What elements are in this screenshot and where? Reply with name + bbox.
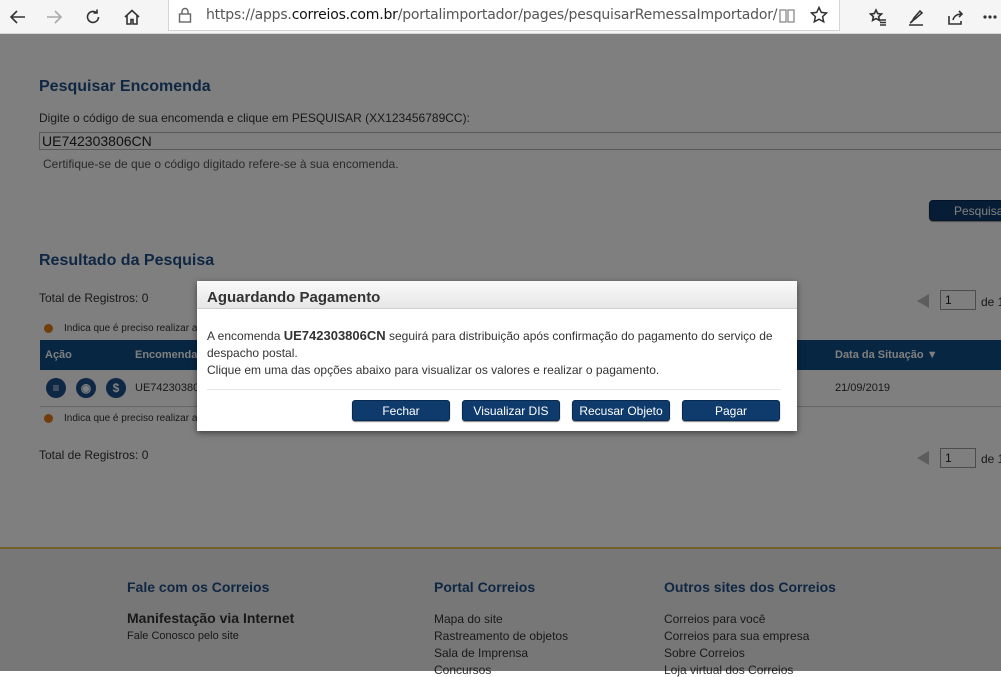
reading-view-icon[interactable]: [778, 7, 796, 30]
pay-button[interactable]: Pagar: [682, 400, 780, 421]
home-icon[interactable]: [114, 0, 150, 33]
dialog-text: A encomenda: [207, 329, 284, 343]
favorite-star-icon[interactable]: [809, 5, 829, 29]
close-button[interactable]: Fechar: [352, 400, 450, 421]
payment-dialog: Aguardando Pagamento A encomenda UE74230…: [197, 281, 797, 431]
more-icon[interactable]: [976, 0, 1001, 33]
url-text[interactable]: https://apps.correios.com.br/portalimpor…: [206, 7, 778, 23]
lock-icon: [178, 7, 192, 23]
back-icon[interactable]: [0, 0, 36, 33]
refresh-icon[interactable]: [75, 0, 111, 33]
dialog-divider: [207, 389, 781, 390]
forward-icon[interactable]: [36, 0, 72, 33]
view-dis-button[interactable]: Visualizar DIS: [462, 400, 560, 421]
dialog-title: Aguardando Pagamento: [207, 289, 381, 306]
refuse-object-button[interactable]: Recusar Objeto: [572, 400, 670, 421]
address-bar[interactable]: https://apps.correios.com.br/portalimpor…: [168, 0, 840, 31]
dialog-code: UE742303806CN: [283, 328, 386, 343]
dialog-message: A encomenda UE742303806CN seguirá para d…: [207, 327, 791, 379]
share-icon[interactable]: [938, 0, 974, 33]
dialog-header: Aguardando Pagamento: [197, 281, 797, 309]
pen-icon[interactable]: [898, 0, 934, 33]
favorites-list-icon[interactable]: [860, 0, 896, 33]
dialog-text: Clique em uma das opções abaixo para vis…: [207, 363, 660, 377]
browser-toolbar: https://apps.correios.com.br/portalimpor…: [0, 0, 1001, 34]
